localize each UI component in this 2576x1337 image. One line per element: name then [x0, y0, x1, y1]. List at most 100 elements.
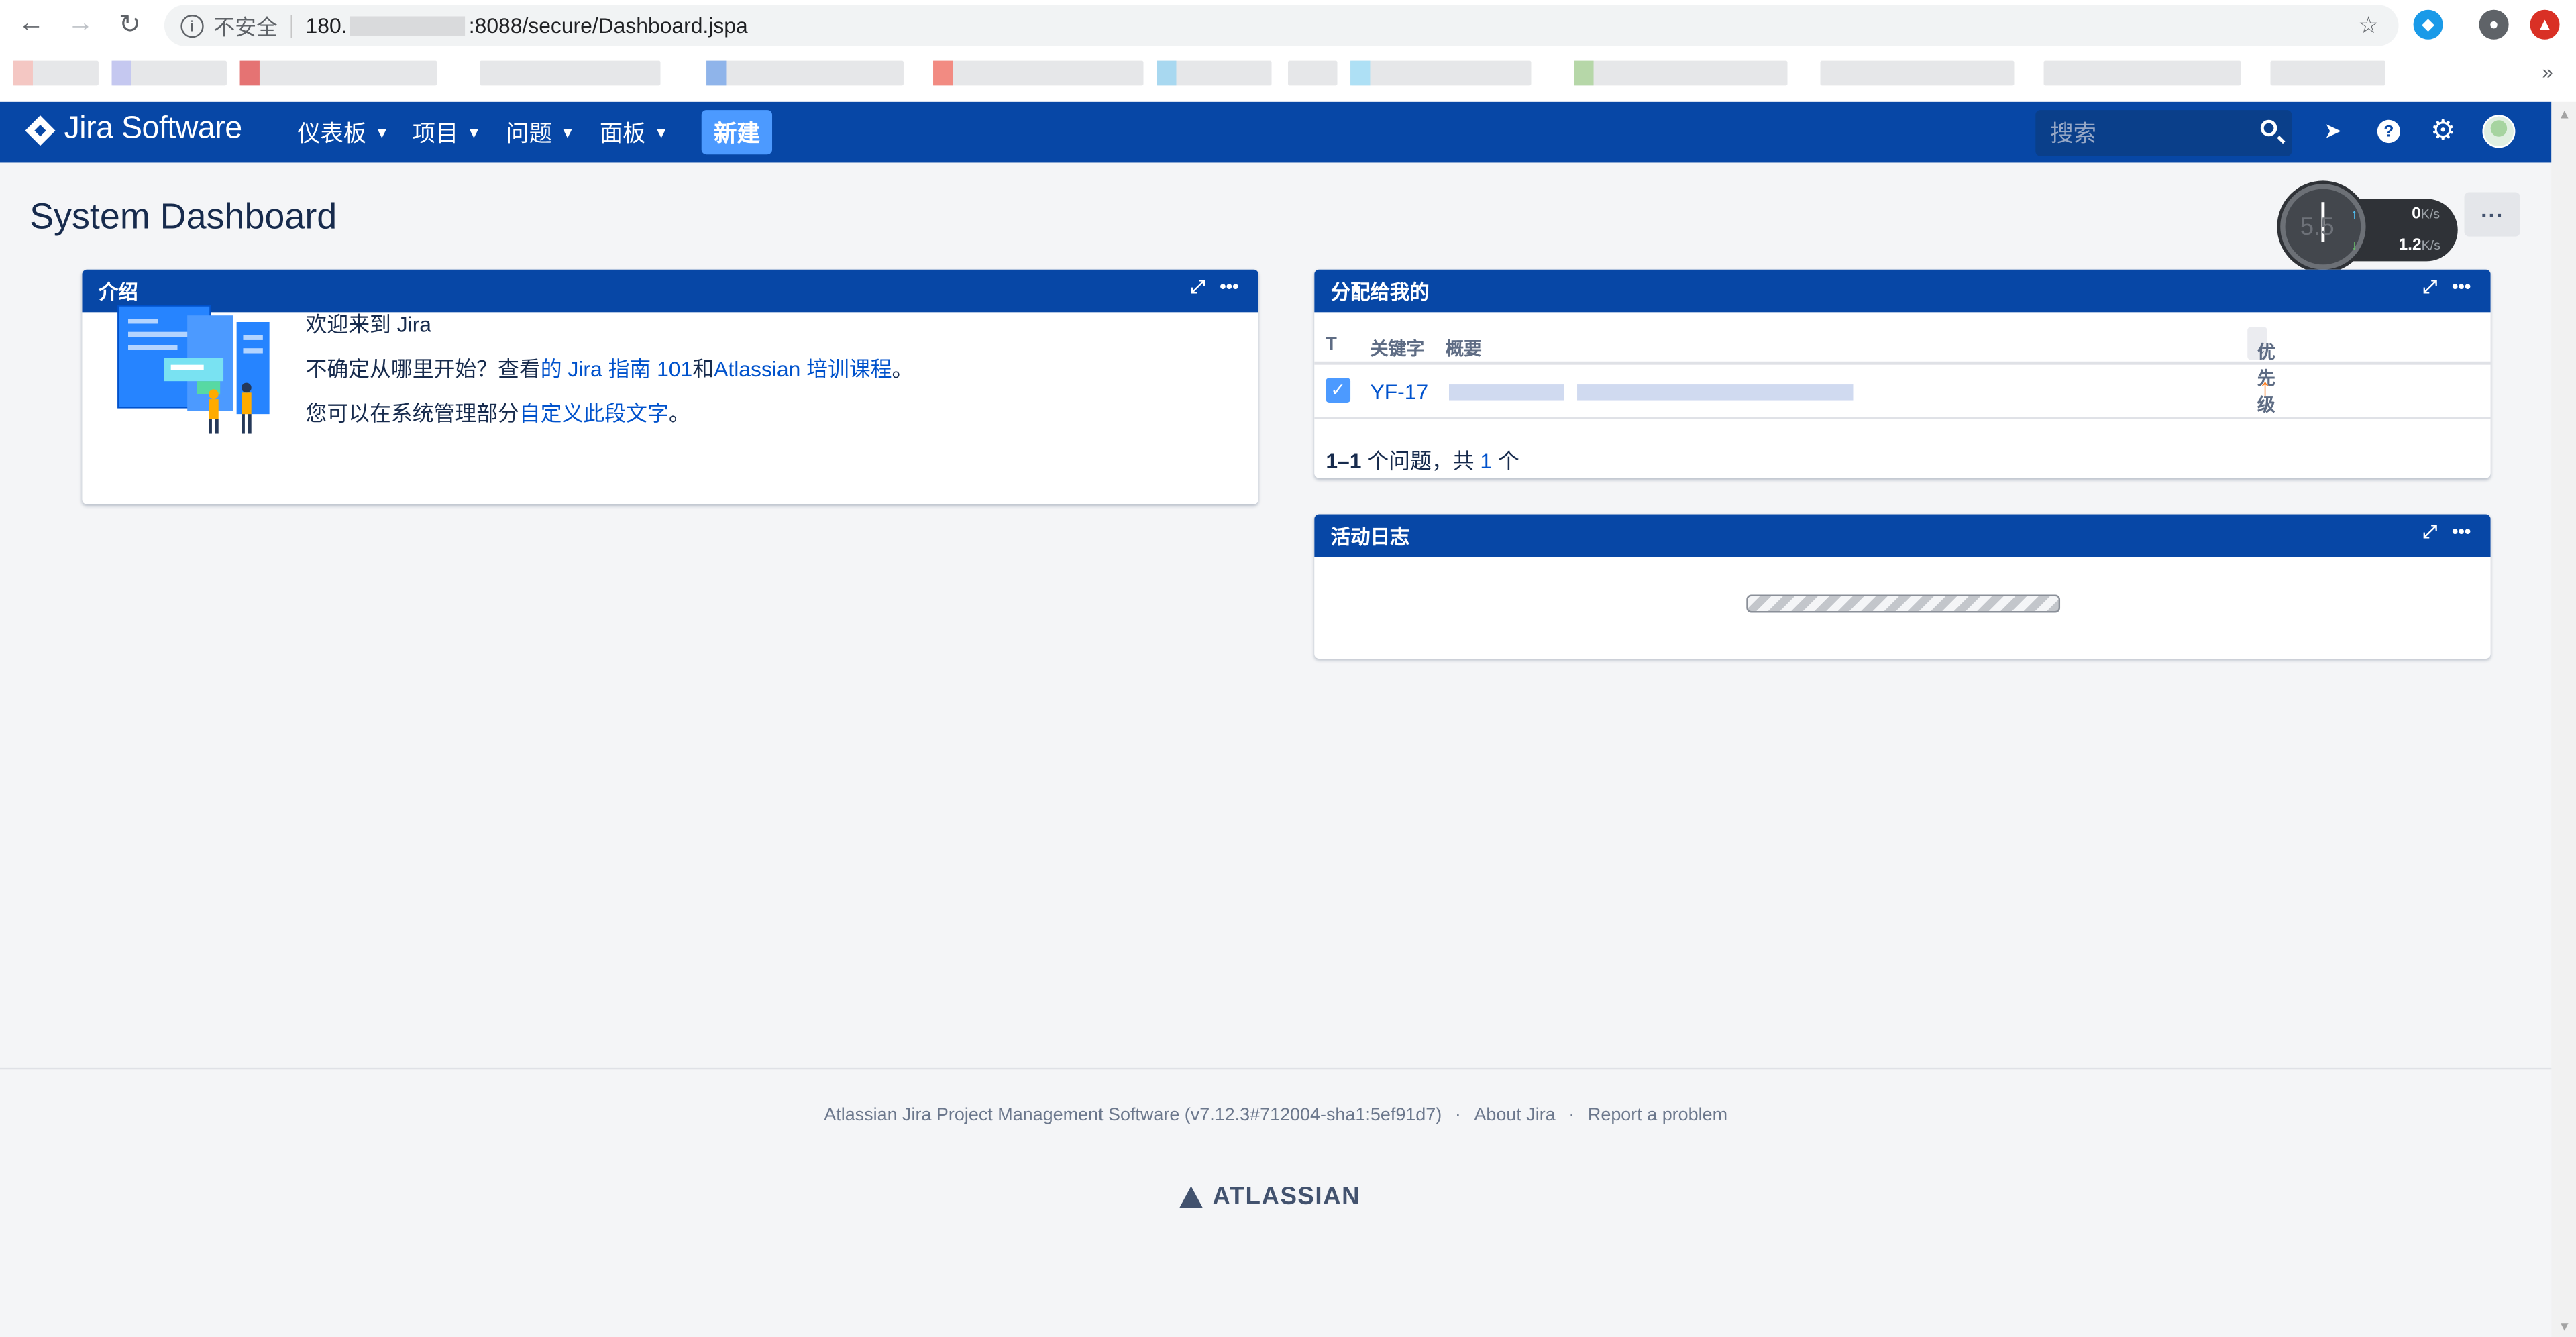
page-scrollbar[interactable]: ▲ ▼ [2551, 101, 2576, 1337]
version-text: Atlassian Jira Project Management Softwa… [824, 1106, 1442, 1126]
bookmark-item[interactable] [1574, 60, 1788, 86]
address-bar[interactable]: i 不安全 180. :8088/secure/Dashboard.jspa ☆ [164, 5, 2399, 46]
scroll-up-icon[interactable]: ▲ [2558, 107, 2571, 121]
maximize-icon[interactable]: ⤢ [2422, 278, 2437, 299]
intro-line-2: 不确定从哪里开始？查看的 Jira 指南 101和Atlassian 培训课程。 [305, 356, 914, 382]
atlassian-logo[interactable]: ATLASSIAN [1179, 1183, 1360, 1211]
search-icon[interactable] [2260, 119, 2277, 137]
issue-key-link[interactable]: YF-17 [1370, 380, 1428, 405]
summary-redacted[interactable] [1577, 384, 1854, 401]
intro-line-1: 欢迎来到 Jira [305, 312, 432, 337]
bookmark-item[interactable] [933, 60, 1144, 86]
bookmarks-bar [0, 54, 2576, 94]
bookmark-item[interactable] [239, 60, 437, 86]
assigned-to-me-gadget: 分配给我的 ⤢ ••• T 关键字 概要 优先级 ↓ ✓ YF-17 ↑ 1–1… [1314, 269, 2491, 478]
gadget-title-bar: 分配给我的 ⤢ ••• [1314, 269, 2491, 313]
divider [290, 13, 292, 38]
create-button[interactable]: 新建 [701, 110, 773, 155]
extension-red-icon[interactable]: ▲ [2530, 9, 2560, 40]
search-input[interactable]: 搜索 [2035, 110, 2292, 156]
about-jira-link[interactable]: About Jira [1474, 1106, 1555, 1125]
column-priority[interactable]: 优先级 ↓ [2247, 327, 2275, 416]
announcement-icon[interactable]: ➤ [2318, 117, 2348, 146]
profile-icon[interactable]: ● [2479, 9, 2509, 40]
bookmark-item[interactable] [480, 60, 661, 86]
menu-label: 仪表板 [297, 119, 367, 146]
menu-boards[interactable]: 面板 ▼ [600, 117, 669, 150]
column-key[interactable]: 关键字 [1370, 335, 1424, 362]
menu-label: 面板 [599, 119, 646, 146]
table-row[interactable]: ✓ YF-17 ↑ [1314, 365, 2491, 419]
column-summary[interactable]: 概要 [1446, 335, 1482, 362]
menu-projects[interactable]: 项目 ▼ [413, 117, 482, 150]
chevron-down-icon: ▼ [466, 125, 482, 142]
extension-icon[interactable]: ◆ [2413, 9, 2443, 40]
more-options-icon[interactable]: ••• [2452, 523, 2471, 544]
issue-count: 1–1 个问题，共 1 个 [1326, 448, 1519, 474]
menu-issues[interactable]: 问题 ▼ [506, 117, 575, 150]
gadget-title: 介绍 [98, 280, 138, 303]
bookmark-item[interactable] [111, 60, 227, 86]
forward-arrow-icon[interactable]: → [62, 7, 99, 43]
reload-icon[interactable]: ↻ [112, 7, 148, 43]
bookmark-item[interactable] [2043, 60, 2241, 86]
atlassian-logo-icon [1179, 1186, 1203, 1208]
help-icon[interactable]: ? [2377, 119, 2400, 144]
atlassian-training-link[interactable]: Atlassian 培训课程 [714, 356, 892, 381]
scroll-down-icon[interactable]: ▼ [2558, 1320, 2571, 1334]
info-icon[interactable]: i [180, 13, 204, 38]
bookmark-item[interactable] [1350, 60, 1532, 86]
chevron-down-icon: ▼ [653, 125, 669, 142]
customize-text-link[interactable]: 自定义此段文字 [519, 401, 669, 426]
menu-label: 问题 [506, 119, 552, 146]
sort-down-icon: ↓ [2257, 338, 2267, 358]
bookmark-item[interactable] [2270, 60, 2385, 86]
atlassian-wordmark: ATLASSIAN [1212, 1183, 1361, 1211]
column-type[interactable]: T [1326, 335, 1336, 355]
bookmark-item[interactable] [1288, 60, 1338, 86]
priority-high-icon: ↑ [2259, 374, 2271, 403]
chevron-down-icon: ▼ [560, 125, 575, 142]
summary-redacted[interactable] [1449, 384, 1564, 401]
url-host-redacted [350, 15, 466, 36]
intro-illustration [117, 305, 270, 434]
gadget-title: 活动日志 [1330, 525, 1410, 548]
download-arrow-icon: ↓ [2351, 238, 2358, 254]
footer-links: Atlassian Jira Project Management Softwa… [824, 1106, 1728, 1126]
page-title: System Dashboard [30, 195, 337, 237]
gear-icon[interactable]: ⚙ [2428, 115, 2458, 146]
avatar[interactable] [2482, 115, 2516, 148]
browser-chrome: ← → ↻ i 不安全 180. :8088/secure/Dashboard.… [0, 0, 2576, 102]
jira-logo-icon [25, 114, 56, 145]
more-bookmarks-button[interactable]: » [2542, 61, 2553, 84]
loading-bar [1746, 594, 2061, 613]
jira-logo[interactable]: Jira Software [25, 112, 242, 148]
jira-header: Jira Software 仪表板 ▼ 项目 ▼ 问题 ▼ 面板 ▼ 新建 搜索 ➤ ?… [0, 101, 2552, 163]
dashboard-tools-button[interactable]: ··· [2464, 192, 2520, 237]
jira-guide-link[interactable]: 的 Jira 指南 101 [541, 356, 692, 381]
dial-value: 5.5 [2300, 213, 2334, 242]
menu-label: 项目 [412, 119, 459, 146]
search-placeholder: 搜索 [2050, 119, 2096, 146]
footer: Atlassian Jira Project Management Softwa… [0, 1067, 2552, 1337]
bookmark-item[interactable] [706, 60, 904, 86]
activity-stream-gadget: 活动日志 ⤢ ••• [1314, 514, 2491, 659]
issue-count-link[interactable]: 1 [1480, 449, 1492, 474]
bookmark-star-icon[interactable]: ☆ [2358, 11, 2379, 40]
more-options-icon[interactable]: ••• [1220, 278, 1238, 299]
intro-gadget: 介绍 ⤢ ••• 欢迎来到 Jira 不确定从哪里开始？查看的 Jira 指南 … [82, 269, 1258, 504]
bookmark-item[interactable] [1157, 60, 1272, 86]
more-options-icon[interactable]: ••• [2452, 278, 2471, 299]
bookmark-item[interactable] [1820, 60, 2015, 86]
maximize-icon[interactable]: ⤢ [2422, 523, 2437, 544]
table-header: T 关键字 概要 优先级 ↓ [1314, 323, 2491, 416]
maximize-icon[interactable]: ⤢ [1191, 278, 1205, 299]
report-problem-link[interactable]: Report a problem [1588, 1106, 1727, 1125]
back-arrow-icon[interactable]: ← [13, 7, 50, 43]
task-type-icon: ✓ [1326, 378, 1351, 403]
menu-dashboards[interactable]: 仪表板 ▼ [297, 117, 389, 150]
download-speed: 1.2K/s [2398, 236, 2440, 255]
gadget-title-bar: 活动日志 ⤢ ••• [1314, 514, 2491, 557]
bookmark-item[interactable] [13, 60, 99, 86]
network-speed-widget[interactable]: 5.5 ↑ 0K/s ↓ 1.2K/s [2277, 184, 2461, 270]
